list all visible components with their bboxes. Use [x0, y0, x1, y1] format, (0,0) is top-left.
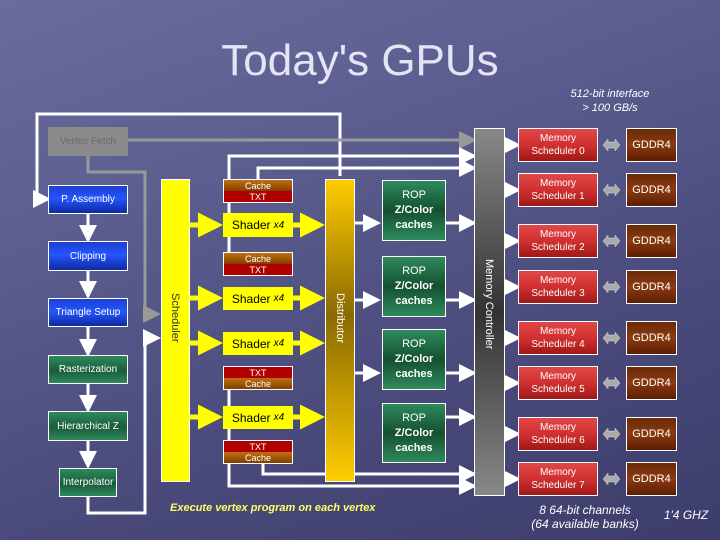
- triangle-setup-box: Triangle Setup: [48, 298, 128, 327]
- memory-controller-bar: Memory Controller: [474, 128, 505, 496]
- shader-box-4: Shader x4: [223, 406, 293, 429]
- gddr4-chip-5: GDDR4: [626, 366, 677, 400]
- cache-label: Cache: [224, 378, 292, 389]
- gddr4-chip-4: GDDR4: [626, 321, 677, 355]
- interpolator-box: Interpolator: [59, 468, 117, 497]
- interface-bandwidth: > 100 GB/s: [582, 102, 638, 114]
- memory-scheduler-3: Memory Scheduler 3: [518, 270, 598, 304]
- scheduler-label: Scheduler: [169, 293, 181, 343]
- channels-count: 8 64-bit channels: [539, 503, 631, 517]
- memory-controller-label: Memory Controller: [483, 259, 495, 350]
- bidirectional-arrow-icon: [603, 280, 620, 294]
- p-assembly-box: P. Assembly: [48, 185, 128, 214]
- banks-count: (64 available banks): [531, 517, 639, 531]
- bidirectional-arrow-icon: [603, 472, 620, 486]
- shader-box-1: Shader x4: [223, 213, 293, 237]
- shader-box-2: Shader x4: [223, 287, 293, 310]
- cache-label: Cache: [224, 253, 292, 264]
- clock-note: 1'4 GHZ: [663, 508, 709, 522]
- bidirectional-arrow-icon: [603, 234, 620, 248]
- txt-cache-4: TXT Cache: [223, 440, 293, 464]
- memory-scheduler-0: Memory Scheduler 0: [518, 128, 598, 162]
- cache-txt-2: Cache TXT: [223, 252, 293, 276]
- scheduler-bar: Scheduler: [161, 179, 190, 482]
- gddr4-chip-0: GDDR4: [626, 128, 677, 162]
- rasterization-box: Rasterization: [48, 355, 128, 384]
- vertex-fetch-to-scheduler: [86, 155, 161, 323]
- slide-title: Today's GPUs: [221, 36, 499, 85]
- shader-box-3: Shader x4: [223, 332, 293, 355]
- distributor-bar: Distributor: [325, 179, 355, 482]
- channels-note: 8 64-bit channels (64 available banks): [520, 503, 650, 531]
- memory-scheduler-7: Memory Scheduler 7: [518, 462, 598, 496]
- clipping-box: Clipping: [48, 241, 128, 271]
- gddr4-chip-1: GDDR4: [626, 173, 677, 207]
- txt-label: TXT: [224, 191, 292, 202]
- bidirectional-arrow-icon: [603, 183, 620, 197]
- rop-box-2: ROP Z/Color caches: [382, 256, 446, 317]
- rop-box-1: ROP Z/Color caches: [382, 180, 446, 241]
- gddr4-chip-6: GDDR4: [626, 417, 677, 451]
- txt-label: TXT: [224, 264, 292, 275]
- cache-label: Cache: [224, 180, 292, 191]
- memory-scheduler-6: Memory Scheduler 6: [518, 417, 598, 451]
- bidirectional-arrow-icon: [603, 138, 620, 152]
- vertex-fetch-box: Vertex Fetch: [48, 127, 128, 156]
- gddr4-chip-7: GDDR4: [626, 462, 677, 496]
- cache-txt-1: Cache TXT: [223, 179, 293, 203]
- memory-scheduler-5: Memory Scheduler 5: [518, 366, 598, 400]
- interface-note: 512-bit interface > 100 GB/s: [540, 87, 680, 115]
- rop-box-3: ROP Z/Color caches: [382, 329, 446, 390]
- txt-label: TXT: [224, 367, 292, 378]
- memory-scheduler-1: Memory Scheduler 1: [518, 173, 598, 207]
- distributor-label: Distributor: [334, 293, 346, 344]
- vertex-note: Execute vertex program on each vertex: [170, 502, 376, 514]
- gddr4-chip-3: GDDR4: [626, 270, 677, 304]
- memory-scheduler-2: Memory Scheduler 2: [518, 224, 598, 258]
- interface-width: 512-bit interface: [570, 88, 650, 100]
- bidirectional-arrow-icon: [603, 376, 620, 390]
- memory-scheduler-4: Memory Scheduler 4: [518, 321, 598, 355]
- txt-cache-3: TXT Cache: [223, 366, 293, 390]
- bidirectional-arrow-icon: [603, 427, 620, 441]
- bidirectional-arrow-icon: [603, 331, 620, 345]
- txt-label: TXT: [224, 441, 292, 452]
- gddr4-chip-2: GDDR4: [626, 224, 677, 258]
- hierarchical-z-box: Hierarchical Z: [48, 411, 128, 441]
- cache-label: Cache: [224, 452, 292, 463]
- rop-box-4: ROP Z/Color caches: [382, 403, 446, 463]
